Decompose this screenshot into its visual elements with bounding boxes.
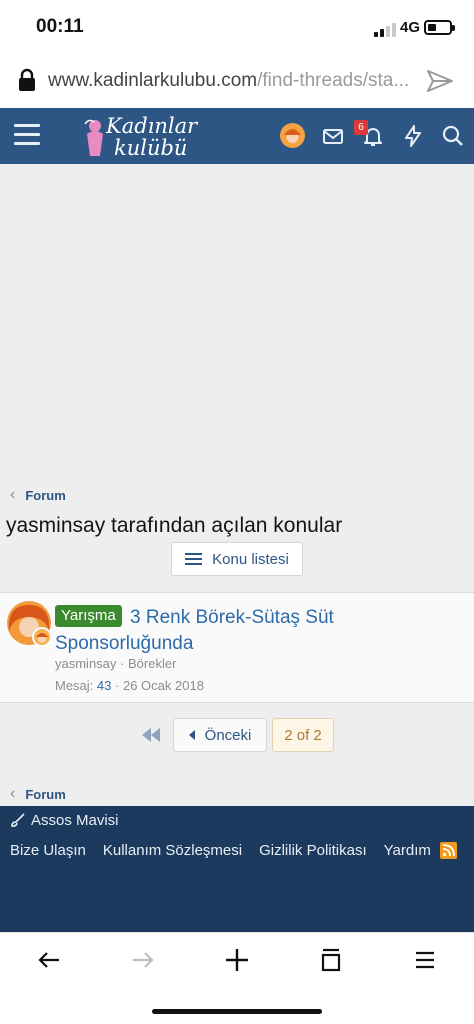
browser-menu-icon[interactable]	[412, 947, 438, 973]
breadcrumb[interactable]: ‹ Forum	[10, 486, 66, 504]
thread-meta: yasminsay · Börekler	[55, 656, 177, 671]
logo-text-line2: kulübü	[114, 136, 188, 160]
breadcrumb-forum-link[interactable]: Forum	[25, 488, 65, 503]
share-send-icon[interactable]	[426, 68, 454, 94]
signal-icon	[374, 23, 396, 37]
notification-badge: 6	[354, 120, 368, 135]
rss-icon[interactable]	[440, 842, 457, 859]
first-page-icon[interactable]	[140, 726, 162, 744]
thread-list-button-label: Konu listesi	[212, 550, 289, 568]
chevron-left-icon: ‹	[10, 486, 16, 503]
replies-label: Mesaj:	[55, 678, 94, 693]
footer-link-help[interactable]: Yardım	[384, 842, 431, 859]
breadcrumb-bottom[interactable]: ‹ Forum	[10, 785, 66, 803]
lightning-icon[interactable]	[401, 124, 425, 148]
forward-arrow-icon[interactable]	[130, 947, 156, 973]
new-tab-plus-icon[interactable]	[224, 947, 250, 973]
inbox-icon[interactable]	[321, 124, 345, 148]
lock-icon	[19, 68, 35, 91]
style-chooser[interactable]: Assos Mavisi	[10, 812, 119, 829]
current-page-indicator[interactable]: 2 of 2	[272, 718, 334, 752]
pagination: Önceki 2 of 2	[0, 718, 474, 752]
paintbrush-icon	[11, 813, 25, 827]
thread-stats: Mesaj: 43 · 26 Ocak 2018	[55, 678, 204, 693]
thread-date: 26 Ocak 2018	[122, 678, 204, 693]
chevron-left-icon: ‹	[10, 785, 16, 802]
page-title: yasminsay tarafından açılan konular	[6, 514, 343, 537]
site-logo[interactable]: Kadınlar kulübü	[82, 112, 198, 162]
main-content: ‹ Forum yasminsay tarafından açılan konu…	[0, 164, 474, 806]
caret-left-icon	[188, 730, 195, 740]
status-time: 00:11	[36, 16, 84, 37]
logo-text-line1: Kadınlar	[106, 114, 198, 138]
footer-link-terms[interactable]: Kullanım Sözleşmesi	[103, 842, 242, 859]
status-bar: 00:11 4G	[0, 0, 474, 56]
back-arrow-icon[interactable]	[36, 947, 62, 973]
list-icon	[185, 550, 203, 568]
thread-prefix-badge[interactable]: Yarışma	[55, 605, 122, 627]
previous-page-label: Önceki	[204, 726, 252, 744]
network-type: 4G	[400, 19, 421, 36]
replies-count[interactable]: 43	[97, 678, 111, 693]
site-navbar: Kadınlar kulübü	[0, 108, 474, 164]
footer-link-contact[interactable]: Bize Ulaşın	[10, 842, 86, 859]
home-indicator[interactable]	[152, 1009, 322, 1014]
thread-item[interactable]: 3 Renk Börek-Sütaş Süt Sponsorluğunda Ya…	[0, 592, 474, 703]
site-footer: Assos Mavisi Bize Ulaşın Kullanım Sözleş…	[0, 806, 474, 932]
browser-toolbar	[0, 932, 474, 1024]
footer-links: Bize Ulaşın Kullanım Sözleşmesi Gizlilik…	[10, 842, 431, 859]
thread-list-button[interactable]: Konu listesi	[171, 542, 303, 576]
battery-icon	[424, 20, 455, 35]
menu-icon[interactable]	[14, 124, 40, 146]
logo-figure-icon	[84, 119, 103, 156]
previous-page-button[interactable]: Önceki	[173, 718, 267, 752]
search-icon[interactable]	[441, 124, 465, 148]
thread-forum-link[interactable]: Börekler	[128, 656, 176, 671]
tabs-icon[interactable]	[318, 947, 344, 973]
user-avatar[interactable]	[280, 123, 305, 148]
address-bar[interactable]: www.kadinlarkulubu.com/find-threads/sta.…	[0, 56, 474, 108]
breadcrumb-forum-link-bottom[interactable]: Forum	[25, 787, 65, 802]
thread-author-link[interactable]: yasminsay	[55, 656, 116, 671]
style-name: Assos Mavisi	[31, 812, 119, 829]
last-poster-avatar[interactable]	[32, 627, 52, 647]
url-text[interactable]: www.kadinlarkulubu.com/find-threads/sta.…	[48, 70, 414, 92]
footer-link-privacy[interactable]: Gizlilik Politikası	[259, 842, 367, 859]
